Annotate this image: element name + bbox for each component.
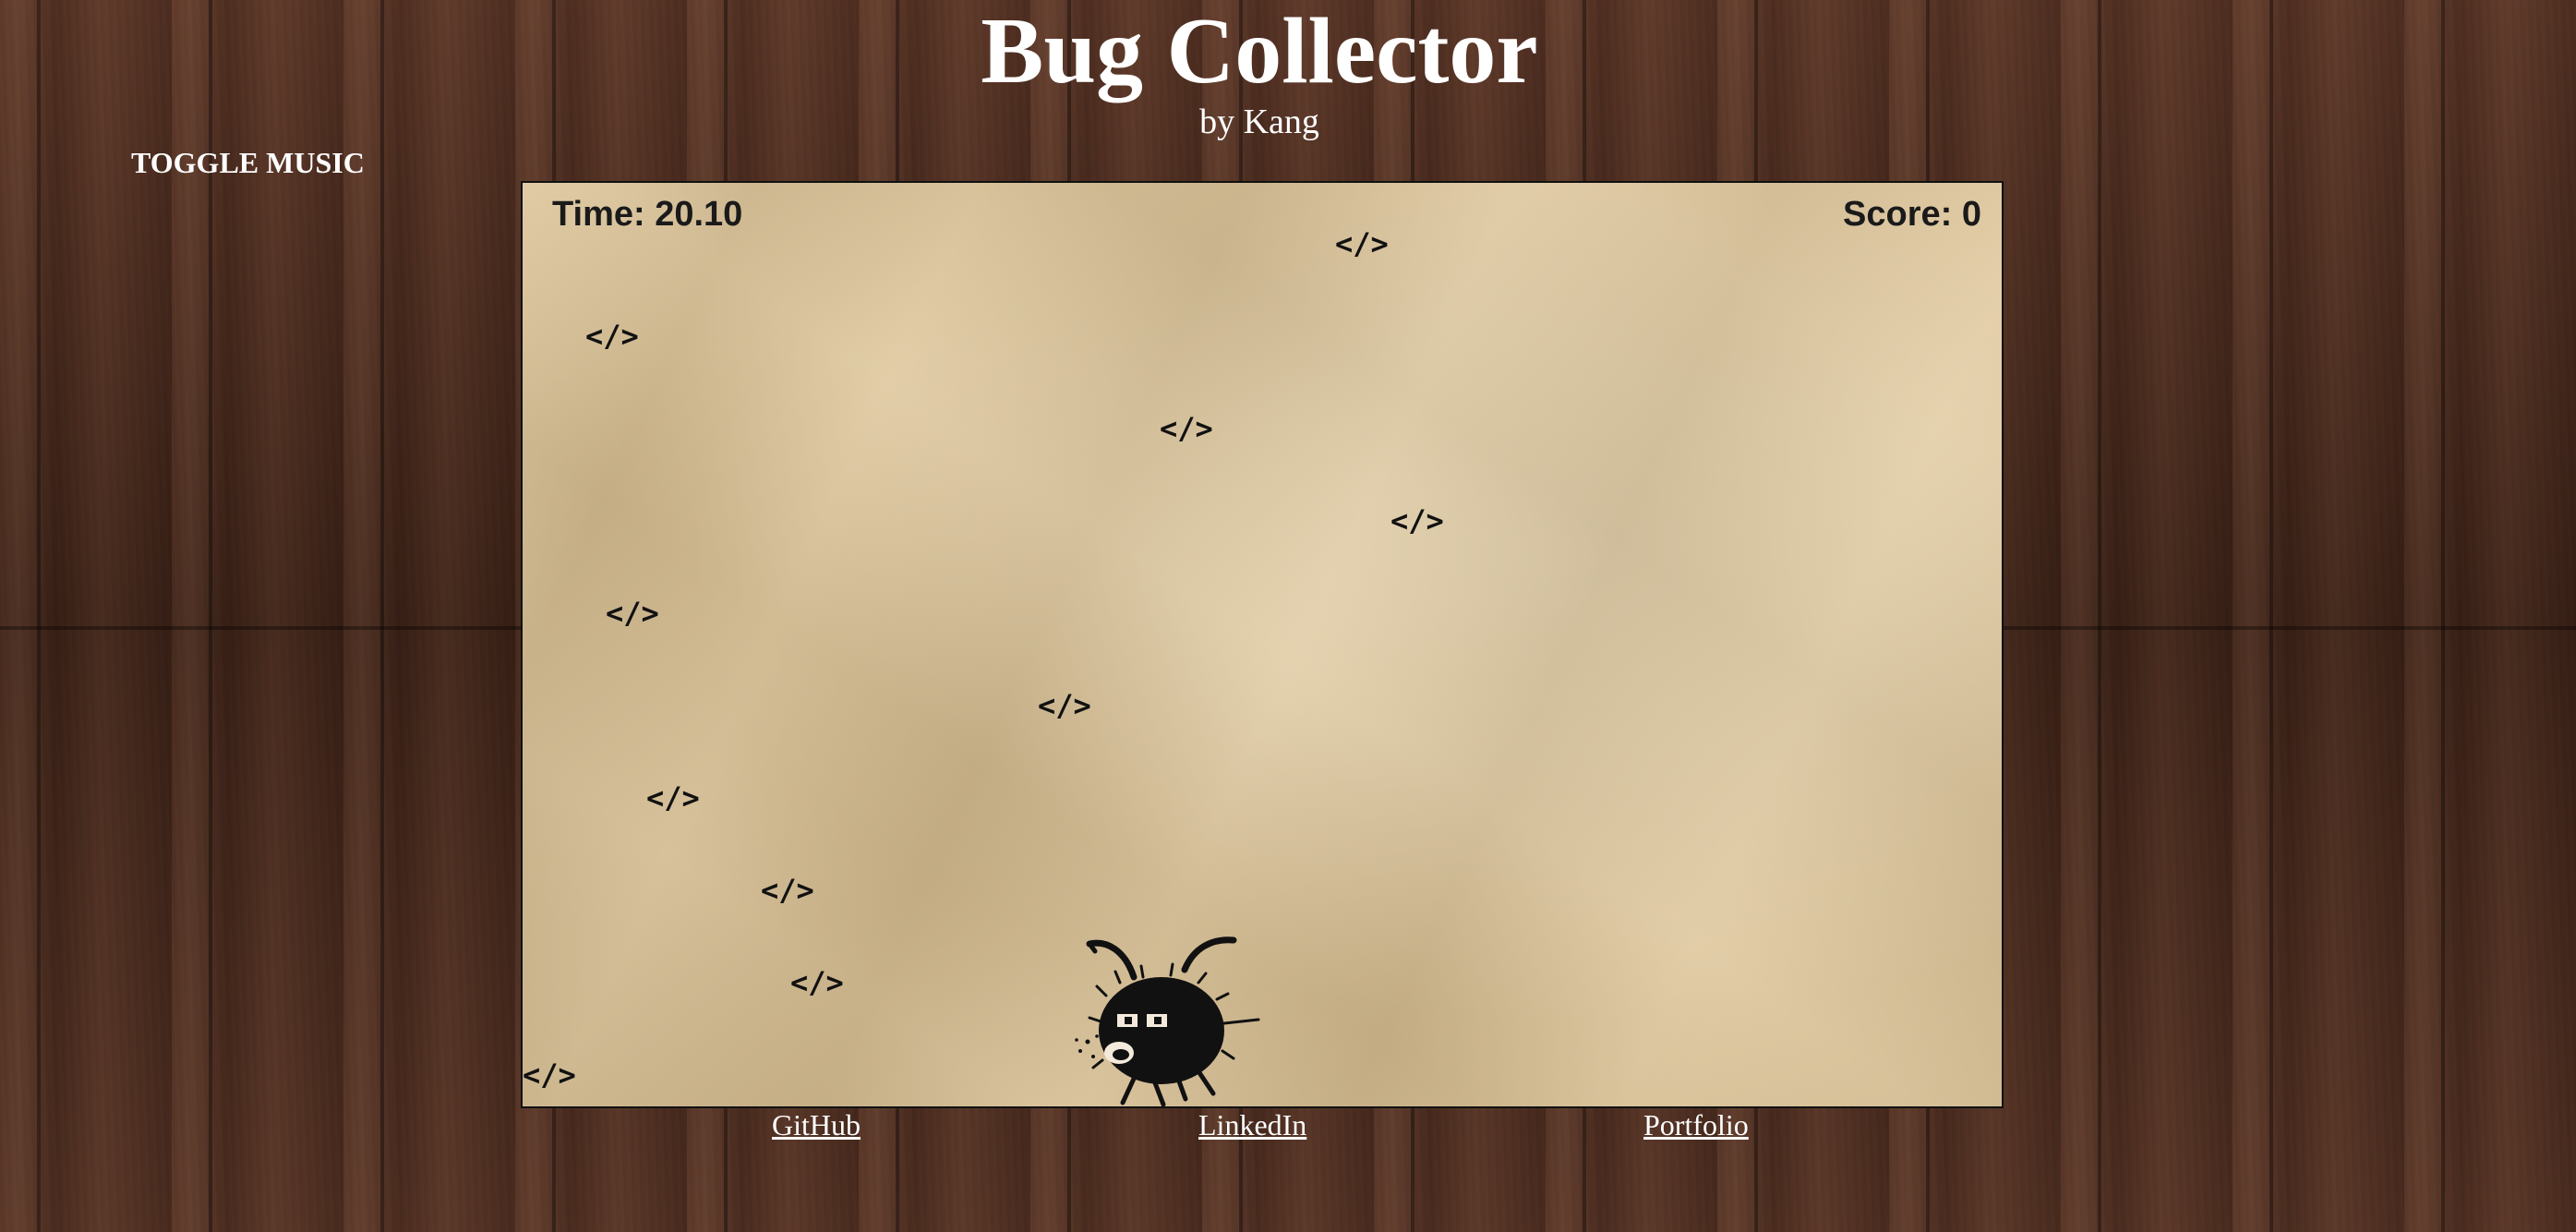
page-title: Bug Collector bbox=[981, 0, 1538, 103]
game-board[interactable]: Time: 20.10 Score: 0 </> </> </> </> </>… bbox=[521, 181, 2004, 1108]
code-bug[interactable]: </> bbox=[606, 597, 659, 630]
code-bug[interactable]: </> bbox=[790, 966, 844, 999]
code-bug[interactable]: </> bbox=[1038, 689, 1091, 722]
code-bug[interactable]: </> bbox=[1335, 227, 1389, 260]
code-bug[interactable]: </> bbox=[523, 1058, 576, 1092]
portfolio-link[interactable]: Portfolio bbox=[1643, 1105, 1749, 1145]
toggle-music-button[interactable]: TOGGLE MUSIC bbox=[131, 142, 365, 183]
linkedin-link[interactable]: LinkedIn bbox=[1198, 1105, 1306, 1145]
code-bug[interactable]: </> bbox=[646, 781, 700, 815]
bug-creature-icon[interactable] bbox=[1069, 922, 1291, 1106]
page-subtitle: by Kang bbox=[1199, 103, 1319, 141]
time-display: Time: 20.10 bbox=[552, 195, 743, 234]
code-bug[interactable]: </> bbox=[585, 320, 639, 353]
code-bug[interactable]: </> bbox=[1160, 412, 1213, 445]
score-display: Score: 0 bbox=[1843, 195, 1981, 234]
code-bug[interactable]: </> bbox=[761, 874, 814, 907]
code-bug[interactable]: </> bbox=[1390, 504, 1444, 537]
github-link[interactable]: GitHub bbox=[772, 1105, 861, 1145]
